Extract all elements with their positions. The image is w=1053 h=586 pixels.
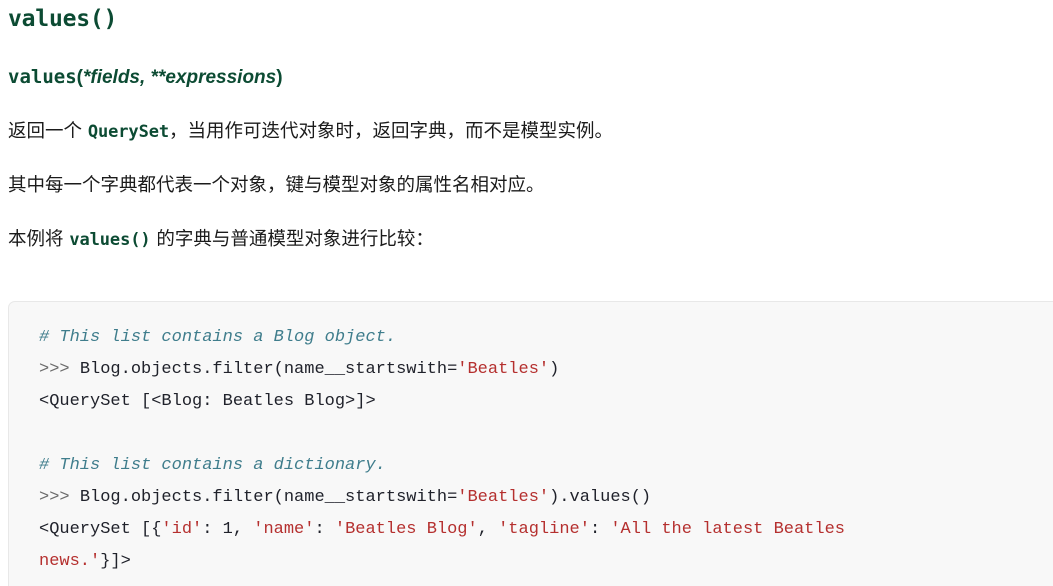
code-line: >>> Blog.objects.filter(name__startswith… xyxy=(39,360,559,379)
signature-parameters: *fields, **expressions xyxy=(82,67,277,88)
paragraph-example-intro: 本例将 values() 的字典与普通模型对象进行比较： xyxy=(0,199,1053,253)
code-line: # This list contains a Blog object. xyxy=(39,328,396,347)
page-title: values() xyxy=(8,6,118,32)
paragraph-dict-description: 其中每一个字典都代表一个对象，键与模型对象的属性名相对应。 xyxy=(0,145,1053,199)
function-signature: values(*fields, **expressions) xyxy=(0,34,1053,90)
paragraph-text-before: 其中每一个字典都代表一个对象，键与模型对象的属性名相对应。 xyxy=(8,175,545,196)
code-token-plain: : xyxy=(314,520,335,539)
code-token-str: 'Beatles Blog' xyxy=(334,520,478,539)
signature-close-paren: ) xyxy=(276,67,283,88)
code-token-plain: : xyxy=(589,520,611,539)
code-token-plain: <QuerySet [{ xyxy=(39,520,162,539)
code-token-plain: Blog.objects.filter(name__startswith= xyxy=(79,488,458,507)
code-token-str: 'Beatles' xyxy=(457,488,550,507)
inline-code-queryset: QuerySet xyxy=(87,122,169,142)
code-token-plain: , xyxy=(232,520,254,539)
code-block[interactable]: # This list contains a Blog object. >>> … xyxy=(8,301,1053,586)
code-line: >>> Blog.objects.filter(name__startswith… xyxy=(39,488,651,507)
code-token-str: 'id' xyxy=(161,520,203,539)
documentation-page: values() values(*fields, **expressions) … xyxy=(0,0,1053,586)
code-token-str: 'All the latest Beatles xyxy=(610,520,845,539)
signature-function-name: values xyxy=(8,66,77,88)
code-token-num: 1 xyxy=(222,520,233,539)
code-line: <QuerySet [{'id': 1, 'name': 'Beatles Bl… xyxy=(39,520,845,539)
paragraph-text-before: 本例将 xyxy=(8,229,70,250)
code-line: <QuerySet [<Blog: Beatles Blog>]> xyxy=(39,392,376,411)
paragraph-text-before: 返回一个 xyxy=(8,121,88,142)
code-line: news.'}]> xyxy=(39,552,131,571)
code-token-str: 'Beatles' xyxy=(457,360,550,379)
code-token-plain: , xyxy=(477,520,499,539)
code-token-plain: <QuerySet [<Blog: Beatles Blog>]> xyxy=(39,392,376,411)
code-token-comment: # This list contains a Blog object. xyxy=(39,328,397,347)
paragraph-text-after: ，当用作可迭代对象时，返回字典，而不是模型实例。 xyxy=(168,121,613,142)
code-token-str: 'tagline' xyxy=(498,520,590,539)
code-token-plain: }]> xyxy=(100,552,131,571)
code-example-container: # This list contains a Blog object. >>> … xyxy=(0,253,1053,586)
code-token-str: 'name' xyxy=(253,520,315,539)
code-token-plain: Blog.objects.filter(name__startswith= xyxy=(79,360,458,379)
code-token-plain: ).values() xyxy=(549,488,652,507)
code-content: # This list contains a Blog object. >>> … xyxy=(39,328,845,571)
code-token-plain: ) xyxy=(549,360,560,379)
code-line: # This list contains a dictionary. xyxy=(39,456,386,475)
paragraph-text-after: 的字典与普通模型对象进行比较： xyxy=(150,229,434,250)
code-token-comment: # This list contains a dictionary. xyxy=(39,456,386,475)
code-token-str: news.' xyxy=(39,552,101,571)
inline-code-values: values() xyxy=(69,230,151,250)
code-token-prompt: >>> xyxy=(39,360,80,379)
code-token-prompt: >>> xyxy=(39,488,80,507)
code-token-plain: : xyxy=(202,520,223,539)
paragraph-return-description: 返回一个 QuerySet，当用作可迭代对象时，返回字典，而不是模型实例。 xyxy=(0,90,1053,145)
